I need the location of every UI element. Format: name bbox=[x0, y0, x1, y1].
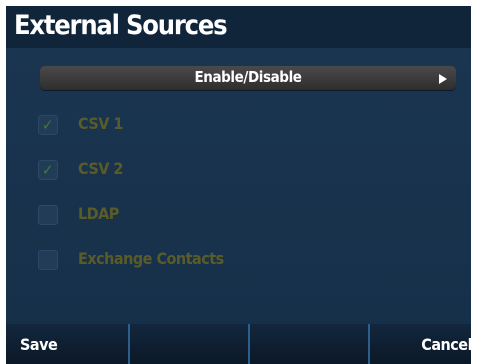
phone-screen: External Sources Enable/Disable ✓ CSV 1 … bbox=[0, 0, 477, 364]
triangle-right-icon[interactable] bbox=[439, 74, 447, 84]
option-label: LDAP bbox=[78, 204, 119, 223]
content-panel: Enable/Disable ✓ CSV 1 ✓ CSV 2 LDAP Exch… bbox=[6, 48, 471, 324]
softkey-bar: Save Cancel bbox=[6, 324, 472, 364]
checkbox-exchange-contacts[interactable] bbox=[38, 250, 58, 270]
softkey-label: Save bbox=[20, 335, 58, 354]
selector-label: Enable/Disable bbox=[194, 68, 302, 86]
enable-disable-selector[interactable]: Enable/Disable bbox=[40, 66, 456, 90]
title-bar: External Sources bbox=[6, 6, 471, 48]
check-icon: ✓ bbox=[42, 116, 54, 134]
option-csv-2[interactable]: ✓ CSV 2 bbox=[38, 157, 398, 183]
option-csv-1[interactable]: ✓ CSV 1 bbox=[38, 112, 398, 138]
page-title: External Sources bbox=[14, 10, 228, 41]
softkey-3[interactable] bbox=[250, 324, 366, 364]
option-ldap[interactable]: LDAP bbox=[38, 202, 398, 228]
check-icon: ✓ bbox=[42, 161, 54, 179]
cancel-softkey[interactable]: Cancel bbox=[370, 324, 477, 364]
checkbox-csv-1[interactable]: ✓ bbox=[38, 115, 58, 135]
checkbox-csv-2[interactable]: ✓ bbox=[38, 160, 58, 180]
softkey-label: Cancel bbox=[421, 335, 472, 354]
save-softkey[interactable]: Save bbox=[6, 324, 122, 364]
softkey-2[interactable] bbox=[130, 324, 246, 364]
option-label: CSV 1 bbox=[78, 114, 123, 133]
option-label: CSV 2 bbox=[78, 159, 123, 178]
option-exchange-contacts[interactable]: Exchange Contacts bbox=[38, 247, 398, 273]
option-label: Exchange Contacts bbox=[78, 249, 224, 268]
checkbox-ldap[interactable] bbox=[38, 205, 58, 225]
